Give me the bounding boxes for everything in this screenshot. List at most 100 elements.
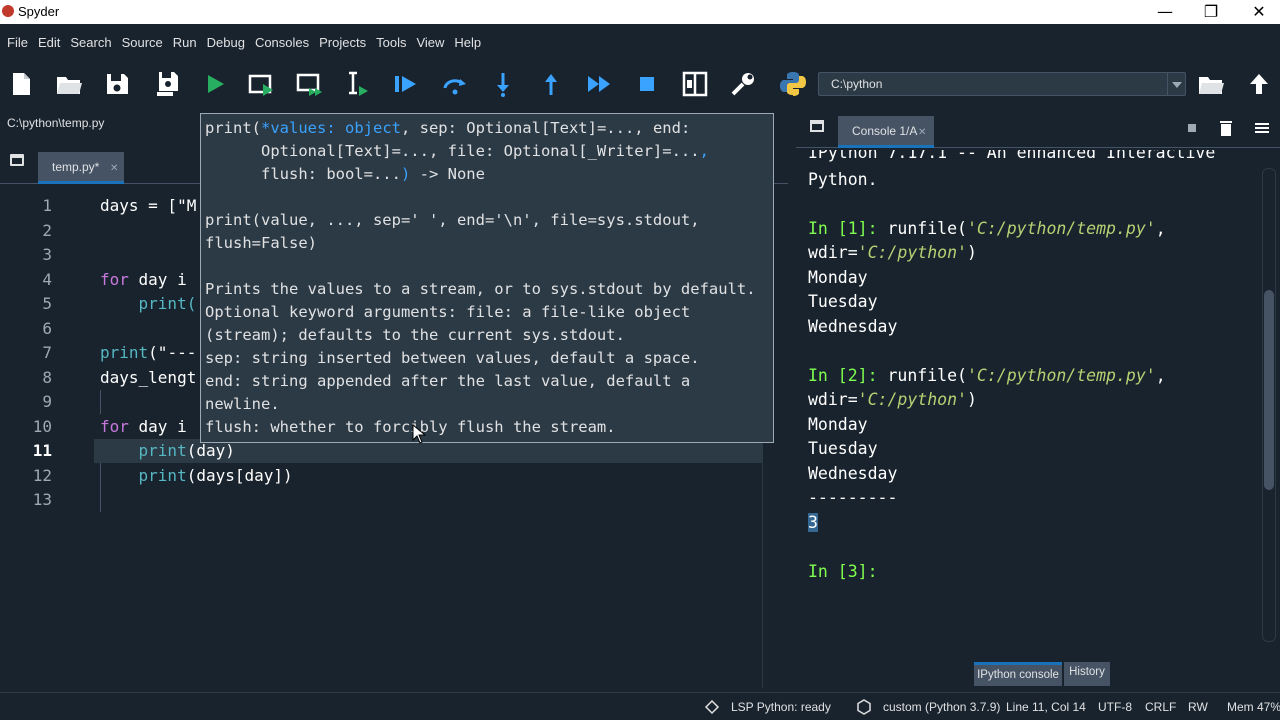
stop-icon[interactable] [630, 68, 664, 100]
python-environment[interactable]: custom (Python 3.7.9) [883, 700, 1000, 714]
tab-ipython-console[interactable]: IPython console [974, 662, 1062, 686]
menu-edit[interactable]: Edit [33, 35, 65, 50]
browse-tabs-icon[interactable] [10, 154, 24, 166]
console-scrollbar[interactable] [1258, 150, 1280, 660]
code-line: days_lengt [100, 366, 196, 390]
console-input-line: wdir='C:/python') [808, 387, 977, 412]
close-icon[interactable]: ✕ [1236, 0, 1280, 24]
menu-run[interactable]: Run [168, 35, 202, 50]
console-bottom-tabs: IPython console History [796, 660, 1280, 688]
code-line: print(days[day]) [100, 464, 293, 488]
run-cell-advance-icon[interactable] [292, 68, 326, 100]
menu-consoles[interactable]: Consoles [250, 35, 314, 50]
preferences-icon[interactable] [726, 68, 760, 100]
console-text: wdir= [808, 243, 858, 262]
menu-debug[interactable]: Debug [202, 35, 250, 50]
line-number: 8 [42, 367, 52, 387]
signature-text: , sep: Optional[Text]=..., end: [400, 119, 691, 137]
browse-tabs-icon[interactable] [810, 120, 824, 132]
input-prompt: In [3]: [808, 562, 878, 581]
code-text: days = ["M [100, 196, 197, 215]
line-number: 3 [42, 245, 52, 264]
parent-dir-icon[interactable] [1242, 68, 1276, 100]
menu-view[interactable]: View [411, 35, 449, 50]
console-output-line: --------- [808, 488, 898, 507]
signature-text: flush: bool=... [205, 165, 401, 183]
console-output-line: Tuesday [808, 439, 878, 458]
current-line-number: 11 [32, 441, 52, 460]
maximize-pane-icon[interactable] [678, 68, 712, 100]
chevron-down-icon[interactable] [1167, 73, 1185, 95]
calltip-tooltip: print(*values: object, sep: Optional[Tex… [200, 113, 774, 443]
save-all-icon[interactable] [148, 68, 182, 100]
hamburger-menu-icon[interactable] [1252, 116, 1272, 140]
open-file-icon[interactable] [52, 68, 86, 100]
stop-kernel-icon[interactable] [1182, 116, 1202, 140]
browse-folder-icon[interactable] [1194, 68, 1228, 100]
ipython-console-output[interactable]: IPython 7.17.1 -- An enhanced Interactiv… [796, 150, 1258, 660]
signature-line: Optional[Text]=..., file: Optional[_Writ… [205, 140, 709, 163]
console-text: , [1155, 366, 1166, 385]
minimize-icon[interactable]: — [1142, 0, 1188, 24]
console-text: runfile( [887, 366, 967, 385]
line-number: 12 [32, 465, 52, 485]
console-line: Python. [808, 170, 878, 189]
menu-help[interactable]: Help [449, 35, 486, 50]
tab-history[interactable]: History [1064, 662, 1110, 686]
title-bar: Spyder — ❐ ✕ [0, 0, 1280, 24]
run-icon[interactable] [198, 68, 232, 100]
console-pane: Console 1/A ✕ IPython 7.17.1 -- An enhan… [796, 108, 1280, 688]
window-title: Spyder [18, 4, 60, 19]
lsp-status[interactable]: LSP Python: ready [731, 700, 831, 714]
menu-bar: File Edit Search Source Run Debug Consol… [0, 24, 1280, 60]
step-return-icon[interactable] [534, 68, 568, 100]
console-output-line: Wednesday [808, 464, 898, 483]
working-directory-combo[interactable]: C:\python [818, 72, 1186, 96]
console-input-line: In [1]: runfile('C:/python/temp.py', [808, 216, 1166, 241]
tab-console-1a[interactable]: Console 1/A ✕ [838, 116, 934, 148]
menu-projects[interactable]: Projects [314, 35, 371, 50]
code-text: (day) [186, 441, 235, 460]
restore-icon[interactable]: ❐ [1188, 0, 1234, 24]
menu-file[interactable]: File [2, 35, 33, 50]
console-tab-bar: Console 1/A ✕ [796, 108, 1280, 148]
selected-output: 3 [808, 513, 818, 532]
signature-line: print(*values: object, sep: Optional[Tex… [205, 117, 690, 140]
memory-usage: Mem 47% [1227, 700, 1280, 714]
console-text: ) [966, 390, 977, 409]
python-path-icon[interactable] [776, 68, 810, 100]
code-text: day i [128, 416, 187, 436]
code-text: ("--- [148, 343, 197, 362]
step-into-icon[interactable] [486, 68, 520, 100]
signature-text: -> None [410, 165, 485, 183]
spyder-logo-icon [2, 5, 14, 17]
continue-icon[interactable] [582, 68, 616, 100]
line-number: 13 [32, 490, 52, 509]
input-prompt: In [1]: [808, 219, 888, 238]
doc-text: flush: whether to forcibly flush the str… [205, 418, 616, 436]
code-line: for day i [100, 415, 187, 439]
step-icon[interactable] [438, 68, 472, 100]
editor-file-path: C:\python\temp.py [7, 116, 105, 130]
line-number: 9 [42, 392, 52, 411]
menu-search[interactable]: Search [65, 35, 116, 50]
tab-temp-py[interactable]: temp.py* ✕ [38, 152, 124, 184]
scrollbar-thumb[interactable] [1264, 290, 1274, 490]
signature-text: Optional[Text]=..., file: Optional[_Writ… [205, 142, 700, 160]
trash-icon[interactable] [1216, 116, 1236, 140]
run-cell-icon[interactable] [244, 68, 278, 100]
signature-line: flush: bool=...) -> None [205, 163, 485, 186]
console-line: IPython 7.17.1 -- An enhanced Interactiv… [808, 150, 1216, 162]
run-selection-icon[interactable] [340, 68, 374, 100]
file-permissions: RW [1188, 700, 1208, 714]
menu-source[interactable]: Source [117, 35, 168, 50]
close-tab-icon[interactable]: ✕ [110, 163, 118, 174]
close-tab-icon[interactable]: ✕ [918, 127, 926, 138]
new-file-icon[interactable] [4, 68, 38, 100]
save-icon[interactable] [100, 68, 134, 100]
debug-icon[interactable] [388, 68, 422, 100]
menu-tools[interactable]: Tools [371, 35, 411, 50]
tab-label: History [1069, 666, 1105, 678]
signature-text: print( [205, 119, 261, 137]
console-string: 'C:/python' [857, 390, 967, 409]
